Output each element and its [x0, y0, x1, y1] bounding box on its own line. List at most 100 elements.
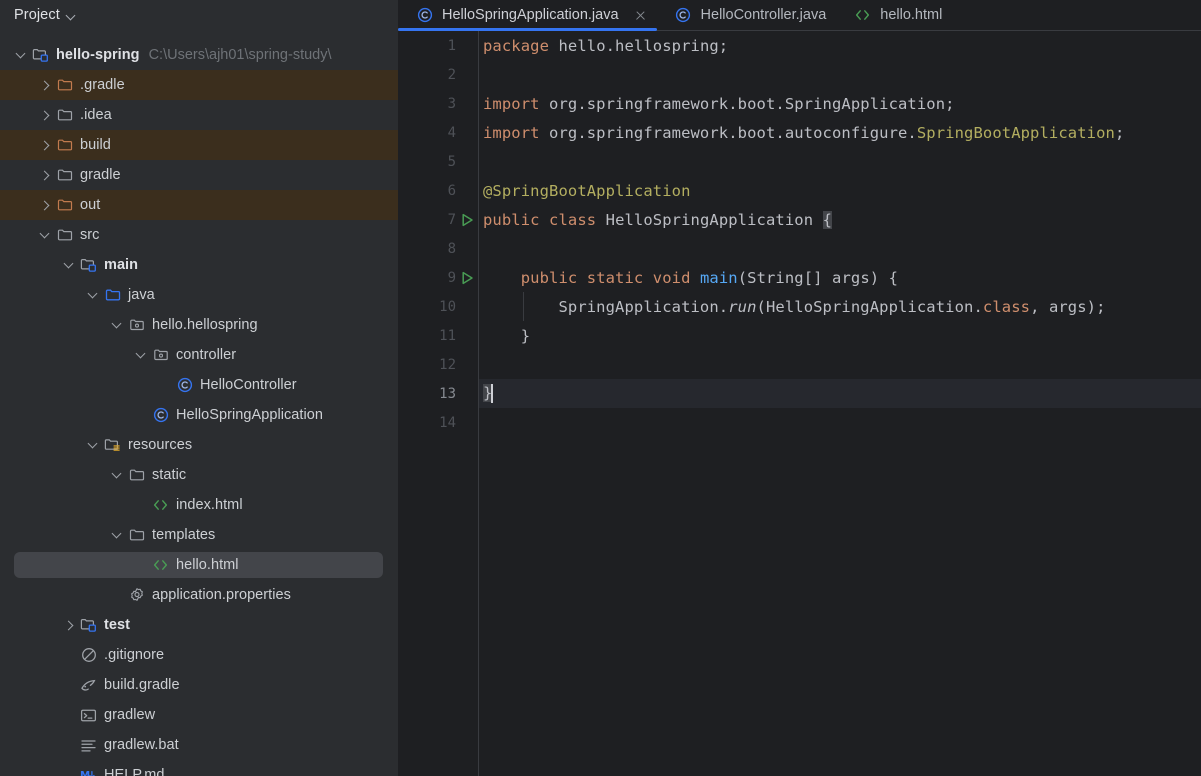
code-line[interactable]: import org.springframework.boot.SpringAp…: [479, 89, 1201, 118]
editor-code-lines[interactable]: package hello.hellospring; import org.spr…: [479, 31, 1201, 776]
gutter-line[interactable]: 9: [398, 263, 478, 292]
chevron-right-icon[interactable]: [38, 78, 52, 92]
chevron-down-icon[interactable]: [14, 48, 28, 62]
editor-tab[interactable]: HelloController.java: [657, 0, 837, 30]
code-line[interactable]: public class HelloSpringApplication {: [479, 205, 1201, 234]
tree-row[interactable]: templates: [0, 520, 398, 550]
chevron-down-icon[interactable]: [67, 11, 76, 20]
project-tool-header[interactable]: Project: [0, 0, 398, 30]
tree-row[interactable]: hello-spring C:\Users\ajh01\spring-study\: [0, 40, 398, 70]
code-line[interactable]: [479, 60, 1201, 89]
package-icon: [128, 317, 145, 334]
code-line[interactable]: [479, 234, 1201, 263]
tree-row[interactable]: resources: [0, 430, 398, 460]
tree-row[interactable]: build.gradle: [0, 670, 398, 700]
gutter-line[interactable]: 6: [398, 176, 478, 205]
tree-row-label: hello.hellospring: [152, 317, 258, 333]
chevron-right-icon[interactable]: [38, 168, 52, 182]
chevron-down-icon[interactable]: [38, 228, 52, 242]
code-line-text: }: [483, 326, 531, 345]
tree-arrow-spacer: [62, 768, 76, 776]
tree-row[interactable]: src: [0, 220, 398, 250]
tree-row[interactable]: gradlew: [0, 700, 398, 730]
gutter-line[interactable]: 4: [398, 118, 478, 147]
tree-row[interactable]: .idea: [0, 100, 398, 130]
chevron-down-icon[interactable]: [62, 258, 76, 272]
gutter-line[interactable]: 10: [398, 292, 478, 321]
tree-row-label: application.properties: [152, 587, 291, 603]
tree-row[interactable]: out: [0, 190, 398, 220]
tree-row[interactable]: HelloSpringApplication: [0, 400, 398, 430]
tree-row[interactable]: gradle: [0, 160, 398, 190]
editor-tab-bar[interactable]: HelloSpringApplication.java HelloControll…: [398, 0, 1201, 31]
gutter-line[interactable]: 8: [398, 234, 478, 263]
tree-row[interactable]: build: [0, 130, 398, 160]
chevron-right-icon[interactable]: [38, 108, 52, 122]
code-line[interactable]: public static void main(String[] args) {: [479, 263, 1201, 292]
code-line[interactable]: SpringApplication.run(HelloSpringApplica…: [479, 292, 1201, 321]
editor-tab[interactable]: hello.html: [836, 0, 952, 30]
project-tree[interactable]: hello-spring C:\Users\ajh01\spring-study\…: [0, 30, 398, 776]
tree-row[interactable]: main: [0, 250, 398, 280]
text-file-icon: [80, 737, 97, 754]
code-line-text: import org.springframework.boot.SpringAp…: [483, 94, 955, 113]
tree-row[interactable]: HelloController: [0, 370, 398, 400]
tree-row[interactable]: hello.hellospring: [0, 310, 398, 340]
gutter-line[interactable]: 7: [398, 205, 478, 234]
code-line[interactable]: [479, 147, 1201, 176]
tree-row[interactable]: hello.html: [0, 550, 398, 580]
tree-row[interactable]: gradlew.bat: [0, 730, 398, 760]
code-editor[interactable]: 1 2 3 4 5 6 7 8 9 10 11 12 13 14 package hello.hellos…: [398, 31, 1201, 776]
tree-row[interactable]: index.html: [0, 490, 398, 520]
chevron-right-icon[interactable]: [38, 138, 52, 152]
tree-row-label: templates: [152, 527, 216, 543]
tree-row[interactable]: java: [0, 280, 398, 310]
gutter-line[interactable]: 11: [398, 321, 478, 350]
code-line[interactable]: import org.springframework.boot.autoconf…: [479, 118, 1201, 147]
line-number: 9: [447, 269, 456, 286]
code-line-text: }: [483, 384, 494, 403]
gutter-line[interactable]: 3: [398, 89, 478, 118]
folder-blue-icon: [104, 287, 121, 304]
close-icon[interactable]: [634, 9, 647, 22]
gutter-line[interactable]: 2: [398, 60, 478, 89]
tree-row[interactable]: .gradle: [0, 70, 398, 100]
run-gutter-icon-slot[interactable]: [456, 269, 478, 286]
gutter-line[interactable]: 14: [398, 408, 478, 437]
editor-tab[interactable]: HelloSpringApplication.java: [398, 0, 657, 31]
code-line[interactable]: }: [479, 379, 1201, 408]
tree-row[interactable]: application.properties: [0, 580, 398, 610]
folder-orange-icon: [56, 137, 73, 154]
gutter-line[interactable]: 12: [398, 350, 478, 379]
chevron-down-icon[interactable]: [110, 528, 124, 542]
tree-row[interactable]: M HELP.md: [0, 760, 398, 776]
code-line[interactable]: @SpringBootApplication: [479, 176, 1201, 205]
tree-row-label: .gitignore: [104, 647, 165, 663]
tree-row[interactable]: .gitignore: [0, 640, 398, 670]
gutter-line[interactable]: 5: [398, 147, 478, 176]
tree-row-label: static: [152, 467, 187, 483]
tree-row-label: gradlew.bat: [104, 737, 179, 753]
chevron-right-icon[interactable]: [62, 618, 76, 632]
chevron-down-icon[interactable]: [86, 438, 100, 452]
code-line[interactable]: [479, 350, 1201, 379]
gutter-line[interactable]: 1: [398, 31, 478, 60]
tree-row[interactable]: test: [0, 610, 398, 640]
tree-row-label: gradlew: [104, 707, 156, 723]
editor-gutter[interactable]: 1 2 3 4 5 6 7 8 9 10 11 12 13 14: [398, 31, 479, 776]
chevron-down-icon[interactable]: [110, 468, 124, 482]
tree-row-label: java: [128, 287, 155, 303]
tree-row[interactable]: controller: [0, 340, 398, 370]
html-file-icon: [152, 497, 169, 514]
run-gutter-icon-slot[interactable]: [456, 211, 478, 228]
chevron-down-icon[interactable]: [134, 348, 148, 362]
indent-guide: [523, 292, 524, 321]
chevron-down-icon[interactable]: [86, 288, 100, 302]
chevron-down-icon[interactable]: [110, 318, 124, 332]
code-line[interactable]: [479, 408, 1201, 437]
code-line[interactable]: }: [479, 321, 1201, 350]
tree-row[interactable]: static: [0, 460, 398, 490]
gutter-line[interactable]: 13: [398, 379, 478, 408]
code-line[interactable]: package hello.hellospring;: [479, 31, 1201, 60]
chevron-right-icon[interactable]: [38, 198, 52, 212]
